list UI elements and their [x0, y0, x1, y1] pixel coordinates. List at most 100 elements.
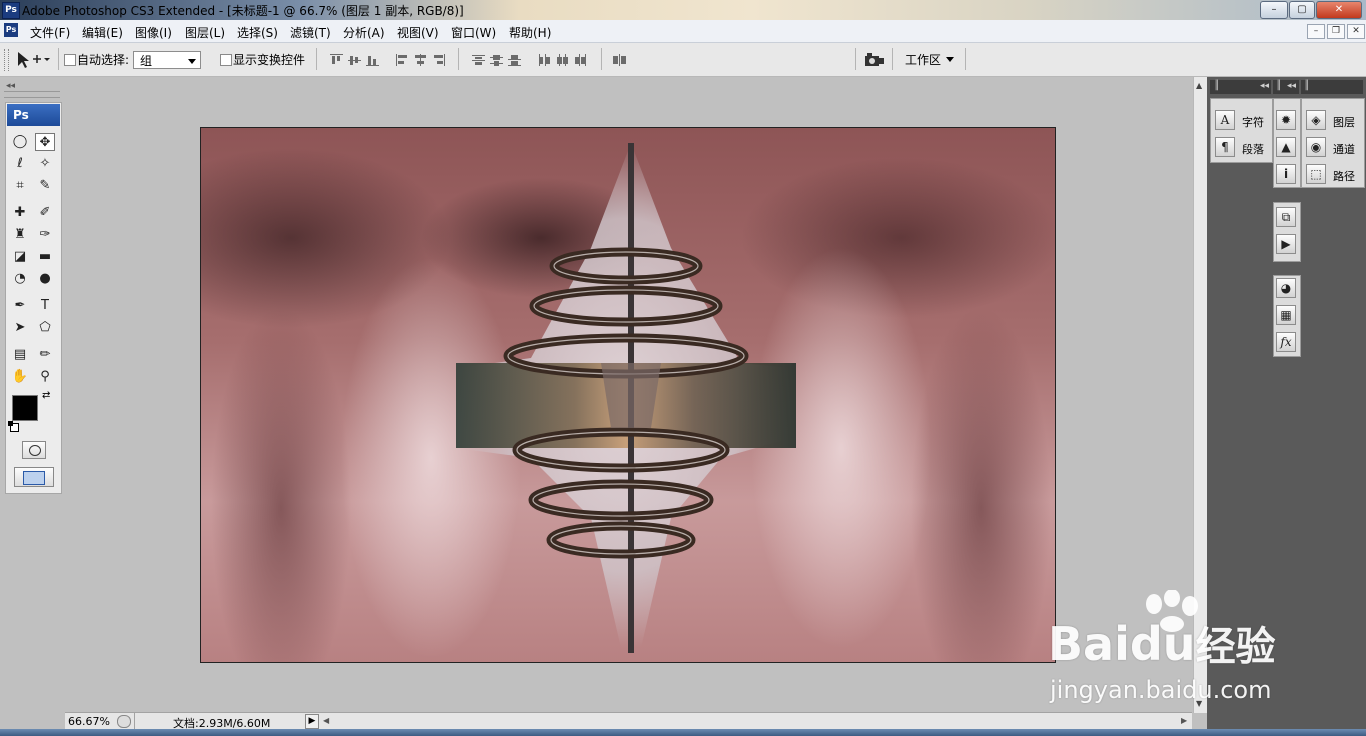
dodge-icon[interactable]: ●: [35, 270, 55, 288]
layers-icon[interactable]: ◈: [1306, 110, 1326, 130]
marquee-icon[interactable]: ◯: [10, 133, 30, 151]
align-right-icon[interactable]: [432, 54, 445, 66]
crop-icon[interactable]: ⌗: [10, 177, 30, 195]
scroll-left-icon[interactable]: ◀: [323, 716, 329, 725]
document-canvas[interactable]: [200, 127, 1056, 663]
align-top-icon[interactable]: [330, 54, 343, 66]
blur-icon[interactable]: ◔: [10, 270, 30, 288]
distribute-vcenter-icon[interactable]: [490, 54, 503, 66]
menu-analysis[interactable]: 分析(A): [343, 24, 385, 41]
navigator-icon[interactable]: ✹: [1276, 110, 1296, 130]
quick-mask-button[interactable]: [22, 441, 46, 459]
foreground-color-swatch[interactable]: [12, 395, 38, 421]
menu-file[interactable]: 文件(F): [30, 24, 70, 41]
show-transform-checkbox[interactable]: [220, 54, 232, 66]
auto-select-dropdown[interactable]: 组: [133, 51, 201, 69]
zoom-level[interactable]: 66.67%: [68, 715, 110, 728]
color-icon[interactable]: ◕: [1276, 278, 1296, 298]
history-icon[interactable]: ⧉: [1276, 207, 1296, 227]
actions-icon[interactable]: ▶: [1276, 234, 1296, 254]
healing-brush-icon[interactable]: ✚: [10, 204, 30, 222]
history-group: ⧉ ▶: [1273, 202, 1301, 262]
close-button[interactable]: ✕: [1316, 1, 1362, 19]
lasso-icon[interactable]: ℓ: [10, 155, 30, 173]
channels-panel-label[interactable]: 通道: [1333, 141, 1355, 157]
align-bottom-icon[interactable]: [366, 54, 379, 66]
slice-icon[interactable]: ✎: [35, 177, 55, 195]
document-icon[interactable]: Ps: [4, 23, 18, 37]
scroll-up-icon[interactable]: ▲: [1196, 81, 1202, 90]
menu-image[interactable]: 图像(I): [135, 24, 172, 41]
distribute-bottom-icon[interactable]: [508, 54, 521, 66]
menu-layer[interactable]: 图层(L): [185, 24, 225, 41]
toolbox-grip[interactable]: [4, 91, 60, 98]
window-title: Adobe Photoshop CS3 Extended - [未标题-1 @ …: [22, 4, 464, 18]
history-brush-icon[interactable]: ✑: [35, 226, 55, 244]
gradient-icon[interactable]: ▬: [35, 248, 55, 266]
paragraph-panel-label[interactable]: 段落: [1242, 141, 1264, 157]
auto-select-checkbox[interactable]: [64, 54, 76, 66]
screen-mode-button[interactable]: [14, 467, 54, 487]
distribute-top-icon[interactable]: [472, 54, 485, 66]
align-hcenter-icon[interactable]: [414, 54, 427, 66]
default-colors-icon[interactable]: [8, 421, 19, 432]
panel-group-header-2[interactable]: ║ ◂◂: [1273, 80, 1299, 94]
character-panel-label[interactable]: 字符: [1242, 114, 1264, 130]
magic-wand-icon[interactable]: ✧: [35, 155, 55, 173]
separator: [458, 48, 459, 70]
menu-help[interactable]: 帮助(H): [509, 24, 551, 41]
swap-colors-icon[interactable]: ⇄: [42, 390, 50, 401]
channels-icon[interactable]: ◉: [1306, 137, 1326, 157]
eyedropper-icon[interactable]: ✏: [35, 346, 55, 364]
doc-restore-button[interactable]: ❐: [1327, 24, 1345, 39]
paths-icon[interactable]: ⬚: [1306, 164, 1326, 184]
panel-group-header-1[interactable]: ║ ◂◂: [1210, 80, 1271, 94]
minimize-button[interactable]: –: [1260, 1, 1288, 19]
histogram-icon[interactable]: ▲: [1276, 137, 1296, 157]
zoom-icon[interactable]: ⚲: [35, 368, 55, 386]
distribute-left-icon[interactable]: [538, 54, 551, 66]
notes-icon[interactable]: ▤: [10, 346, 30, 364]
maximize-button[interactable]: ▢: [1289, 1, 1315, 19]
workspace-menu[interactable]: 工作区: [900, 50, 960, 70]
swatches-icon[interactable]: ▦: [1276, 305, 1296, 325]
status-menu-arrow-icon[interactable]: ▶: [305, 714, 319, 729]
distribute-hcenter-icon[interactable]: [556, 54, 569, 66]
move-icon[interactable]: ✥: [35, 133, 55, 151]
type-icon[interactable]: T: [35, 297, 55, 315]
collapse-toolbox-icon[interactable]: ◂◂: [6, 81, 15, 91]
menu-view[interactable]: 视图(V): [397, 24, 439, 41]
stamp-icon[interactable]: ♜: [10, 226, 30, 244]
eraser-icon[interactable]: ◪: [10, 248, 30, 266]
shape-icon[interactable]: ⬠: [35, 319, 55, 337]
menu-window[interactable]: 窗口(W): [451, 24, 496, 41]
menu-edit[interactable]: 编辑(E): [82, 24, 123, 41]
watermark-product: 经验: [1195, 624, 1276, 670]
info-icon[interactable]: i: [1276, 164, 1296, 184]
title-bar: Ps Adobe Photoshop CS3 Extended - [未标题-1…: [0, 0, 1366, 20]
character-icon[interactable]: A: [1215, 110, 1235, 130]
panel-group-header-3[interactable]: ║: [1301, 80, 1363, 94]
status-info-icon[interactable]: [117, 715, 131, 728]
layers-panel-label[interactable]: 图层: [1333, 114, 1355, 130]
watermark-brand-du: du: [1129, 617, 1196, 671]
align-left-icon[interactable]: [396, 54, 409, 66]
distribute-right-icon[interactable]: [574, 54, 587, 66]
menu-select[interactable]: 选择(S): [237, 24, 278, 41]
paths-panel-label[interactable]: 路径: [1333, 168, 1355, 184]
styles-icon[interactable]: fx: [1276, 332, 1296, 352]
scroll-right-icon[interactable]: ▶: [1181, 716, 1187, 725]
options-grip[interactable]: [4, 49, 9, 71]
brush-icon[interactable]: ✐: [35, 204, 55, 222]
paragraph-icon[interactable]: ¶: [1215, 137, 1235, 157]
align-vcenter-icon[interactable]: [348, 54, 361, 66]
bridge-button[interactable]: [864, 52, 886, 68]
hand-icon[interactable]: ✋: [10, 368, 30, 386]
auto-align-layers-icon[interactable]: [613, 54, 626, 66]
doc-minimize-button[interactable]: –: [1307, 24, 1325, 39]
pen-icon[interactable]: ✒: [10, 297, 30, 315]
doc-close-button[interactable]: ✕: [1347, 24, 1365, 39]
path-selection-icon[interactable]: ➤: [10, 319, 30, 337]
menu-filter[interactable]: 滤镜(T): [290, 24, 331, 41]
tool-preset-picker[interactable]: [14, 50, 54, 70]
